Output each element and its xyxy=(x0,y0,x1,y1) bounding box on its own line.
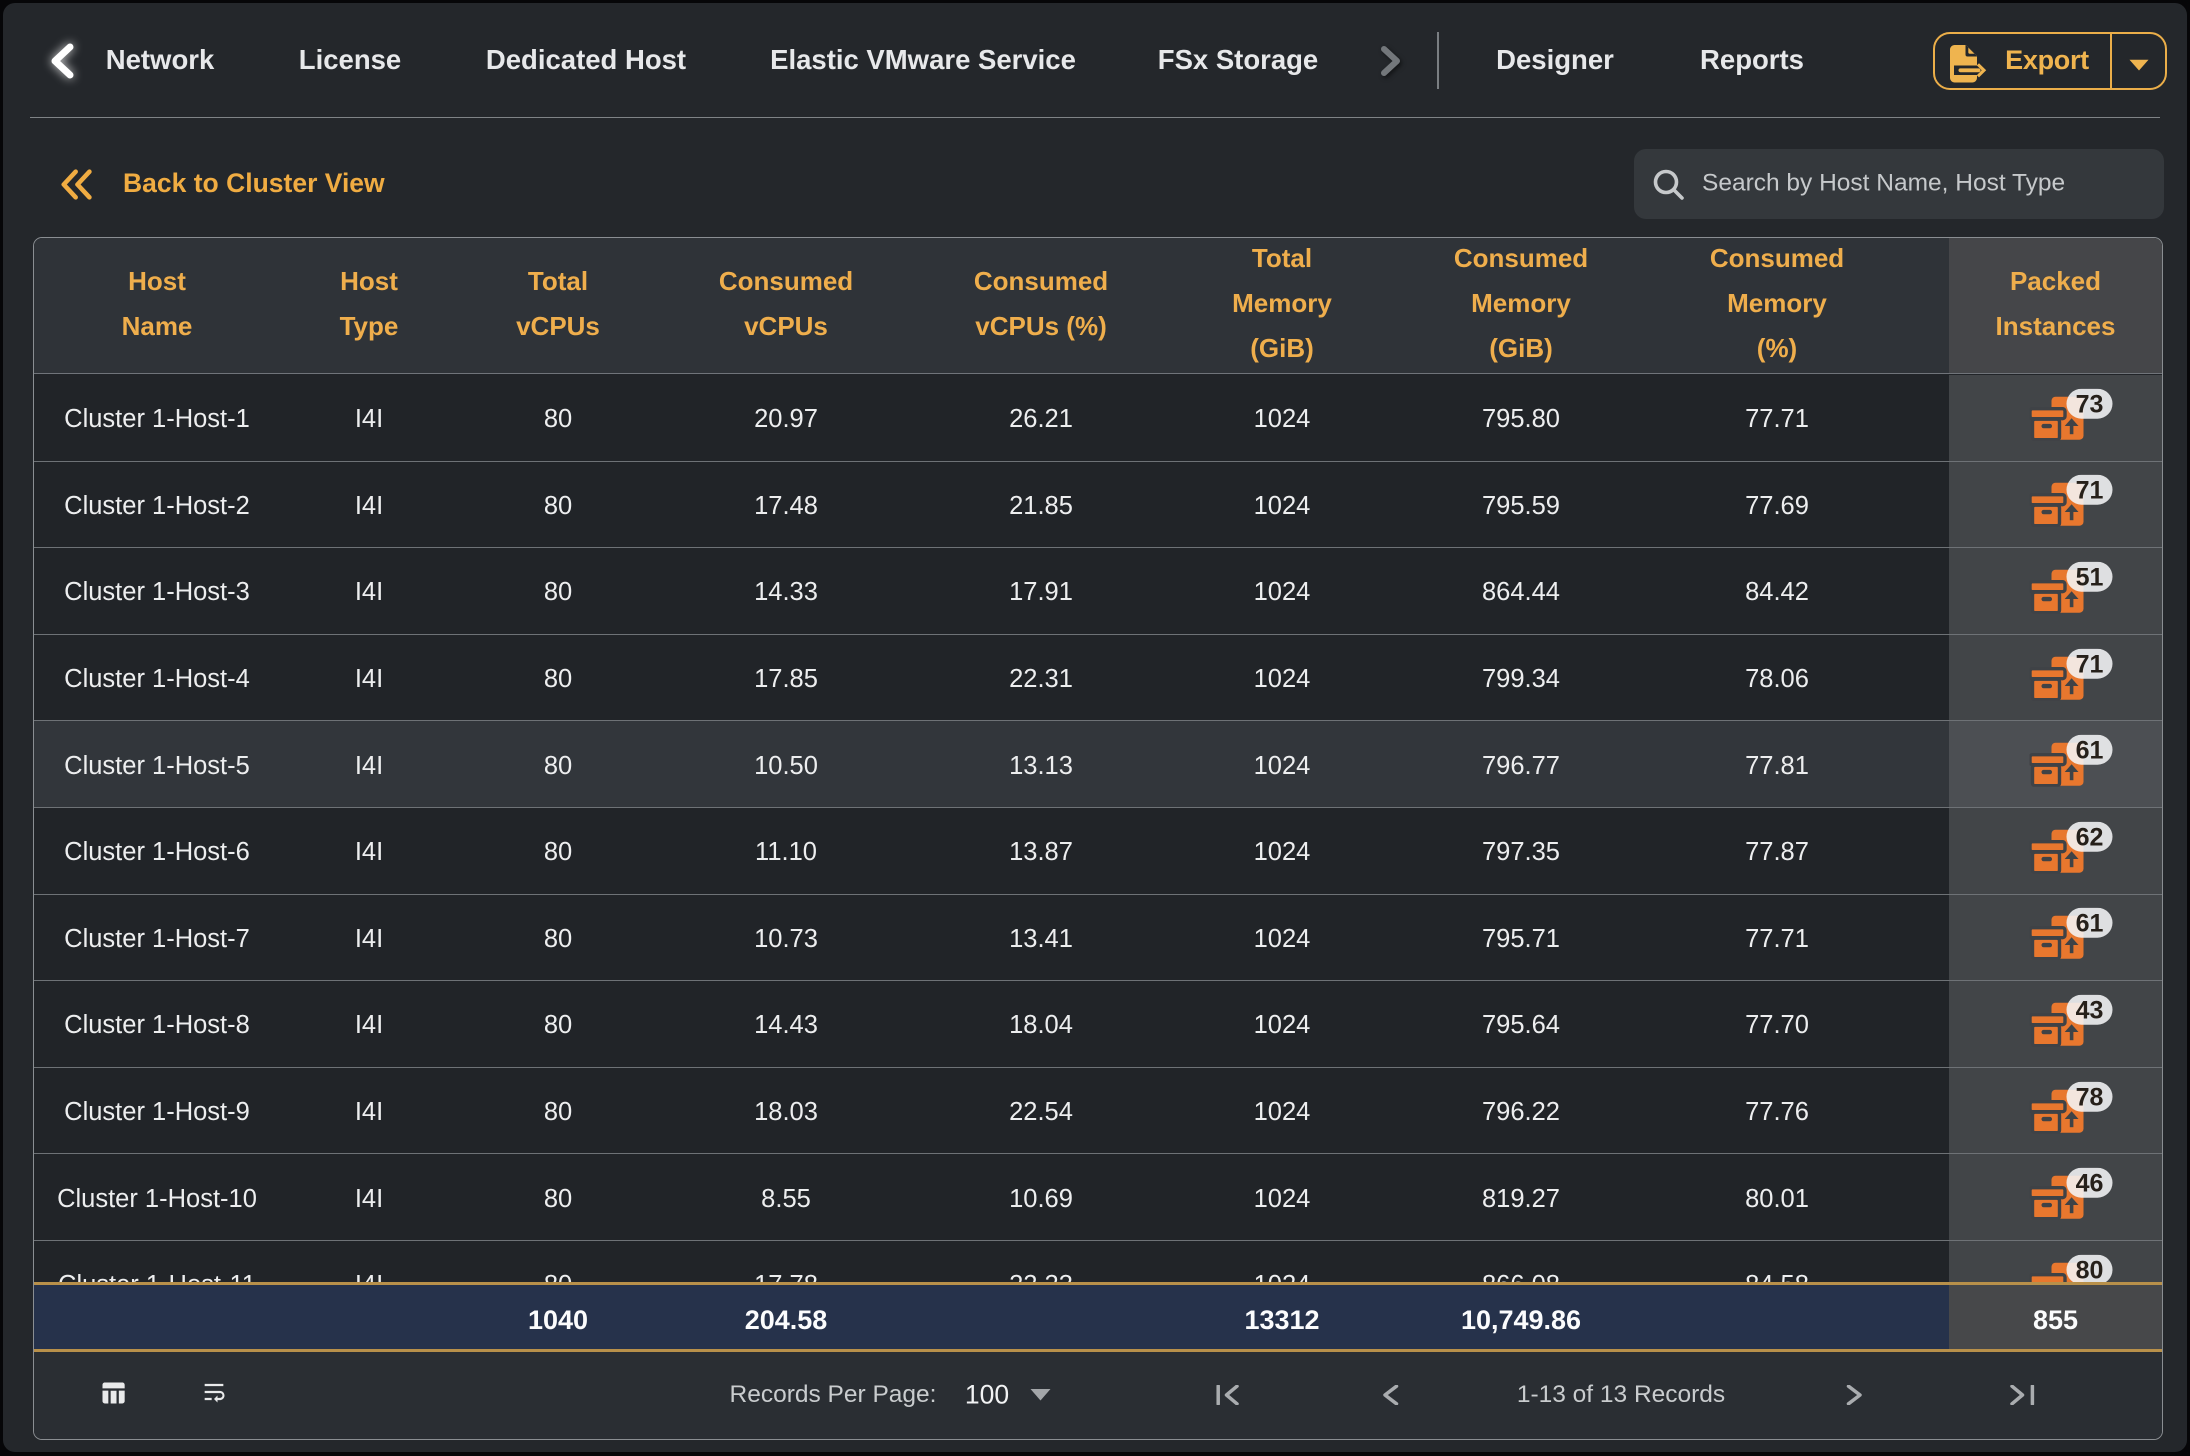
svg-text:71: 71 xyxy=(2075,650,2103,678)
svg-text:71: 71 xyxy=(2075,477,2103,505)
svg-text:46: 46 xyxy=(2075,1170,2103,1198)
svg-text:51: 51 xyxy=(2075,564,2103,592)
svg-text:73: 73 xyxy=(2075,390,2103,418)
svg-text:61: 61 xyxy=(2075,737,2103,765)
svg-text:61: 61 xyxy=(2075,910,2103,938)
svg-text:78: 78 xyxy=(2075,1083,2103,1111)
svg-text:43: 43 xyxy=(2075,997,2103,1025)
svg-text:80: 80 xyxy=(2075,1256,2103,1284)
svg-text:62: 62 xyxy=(2075,823,2103,851)
